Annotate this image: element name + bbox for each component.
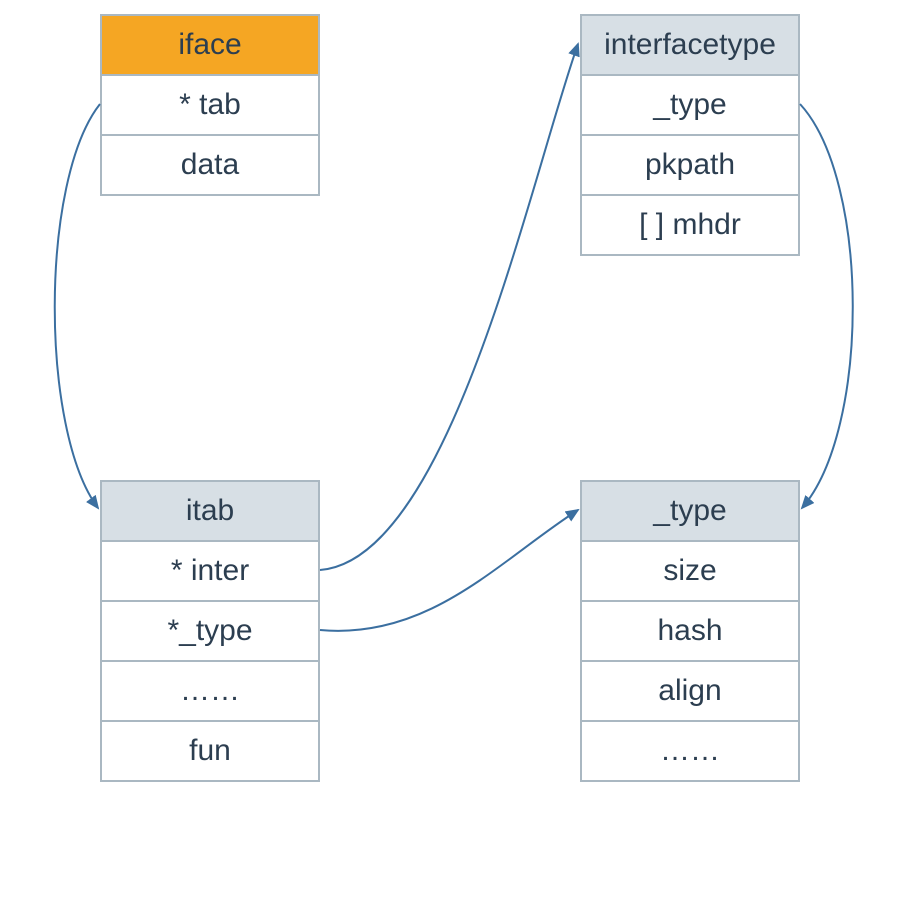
box-type-header: _type: [581, 481, 799, 541]
box-interfacetype: interfacetype _type pkpath [ ] mhdr: [580, 14, 800, 256]
box-itab-field-type: *_type: [101, 601, 319, 661]
arrow-interfacetype-to-typebox: [800, 104, 853, 508]
box-iface-field-tab: * tab: [101, 75, 319, 135]
box-interfacetype-field-type: _type: [581, 75, 799, 135]
arrow-tab-to-itab: [55, 104, 100, 508]
box-type-field-hash: hash: [581, 601, 799, 661]
box-itab: itab * inter *_type …… fun: [100, 480, 320, 782]
box-iface: iface * tab data: [100, 14, 320, 196]
arrow-type-to-typebox: [320, 510, 578, 631]
box-type-field-ellipsis: ……: [581, 721, 799, 781]
box-interfacetype-header: interfacetype: [581, 15, 799, 75]
box-type: _type size hash align ……: [580, 480, 800, 782]
box-itab-field-fun: fun: [101, 721, 319, 781]
box-iface-field-data: data: [101, 135, 319, 195]
box-iface-header: iface: [101, 15, 319, 75]
box-itab-field-inter: * inter: [101, 541, 319, 601]
arrow-inter-to-interfacetype: [320, 44, 578, 570]
box-interfacetype-field-mhdr: [ ] mhdr: [581, 195, 799, 255]
box-itab-field-ellipsis: ……: [101, 661, 319, 721]
box-interfacetype-field-pkpath: pkpath: [581, 135, 799, 195]
box-itab-header: itab: [101, 481, 319, 541]
box-type-field-size: size: [581, 541, 799, 601]
box-type-field-align: align: [581, 661, 799, 721]
